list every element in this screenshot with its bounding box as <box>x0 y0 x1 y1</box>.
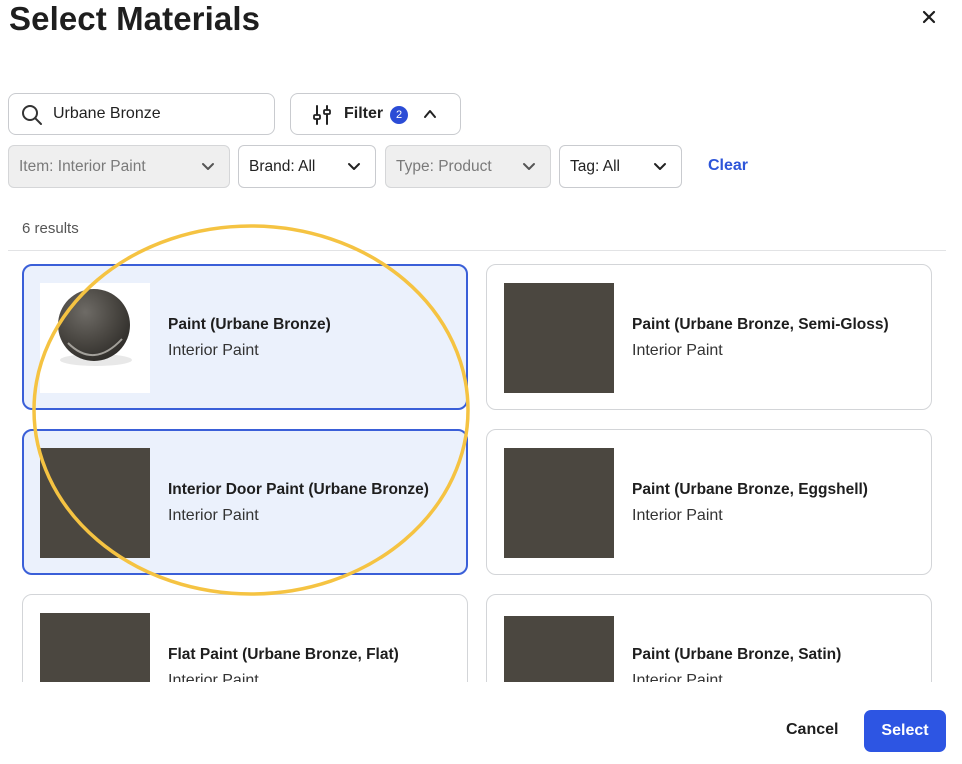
material-thumbnail <box>40 283 150 393</box>
material-name: Paint (Urbane Bronze, Satin) <box>632 646 842 663</box>
cancel-button[interactable]: Cancel <box>786 721 838 739</box>
filter-button[interactable]: Filter 2 <box>290 93 461 135</box>
material-name: Paint (Urbane Bronze, Semi-Gloss) <box>632 316 889 333</box>
material-name: Flat Paint (Urbane Bronze, Flat) <box>168 646 399 663</box>
tag-dropdown-label: Tag: All <box>570 158 620 175</box>
material-category: Interior Paint <box>632 672 723 682</box>
clear-filters-link[interactable]: Clear <box>708 157 748 175</box>
material-card[interactable]: Paint (Urbane Bronze) Interior Paint <box>22 264 468 410</box>
material-swatch <box>504 283 614 393</box>
close-icon <box>922 10 936 24</box>
filter-count-badge: 2 <box>390 106 408 124</box>
chevron-down-icon <box>654 163 666 170</box>
material-category: Interior Paint <box>168 342 259 359</box>
tag-dropdown[interactable]: Tag: All <box>559 145 682 188</box>
brand-dropdown-label: Brand: All <box>249 158 316 175</box>
type-dropdown[interactable]: Type: Product <box>385 145 551 188</box>
material-swatch <box>40 613 150 682</box>
dialog-title: Select Materials <box>9 0 261 37</box>
material-name: Paint (Urbane Bronze, Eggshell) <box>632 481 868 498</box>
chevron-down-icon <box>523 163 535 170</box>
material-name: Paint (Urbane Bronze) <box>168 316 331 333</box>
select-button[interactable]: Select <box>864 710 946 752</box>
paint-ball-image <box>58 289 132 366</box>
item-dropdown[interactable]: Item: Interior Paint <box>8 145 230 188</box>
material-card[interactable]: Paint (Urbane Bronze, Satin) Interior Pa… <box>486 594 932 682</box>
material-swatch <box>40 448 150 558</box>
chevron-down-icon <box>348 163 360 170</box>
chevron-down-icon <box>202 163 214 170</box>
results-count: 6 results <box>22 220 79 237</box>
material-category: Interior Paint <box>168 672 259 682</box>
material-name: Interior Door Paint (Urbane Bronze) <box>168 481 429 498</box>
brand-dropdown[interactable]: Brand: All <box>238 145 376 188</box>
close-button[interactable] <box>918 6 940 28</box>
search-field[interactable] <box>8 93 275 135</box>
search-input[interactable] <box>53 102 263 126</box>
item-dropdown-label: Item: Interior Paint <box>19 158 146 175</box>
material-card[interactable]: Flat Paint (Urbane Bronze, Flat) Interio… <box>22 594 468 682</box>
results-grid[interactable]: Paint (Urbane Bronze) Interior Paint Pai… <box>0 251 962 682</box>
material-category: Interior Paint <box>632 507 723 524</box>
material-category: Interior Paint <box>632 342 723 359</box>
material-swatch <box>504 448 614 558</box>
chevron-up-icon <box>424 110 436 118</box>
filter-label: Filter <box>344 105 384 122</box>
material-category: Interior Paint <box>168 507 259 524</box>
material-card[interactable]: Paint (Urbane Bronze, Eggshell) Interior… <box>486 429 932 575</box>
search-icon <box>22 105 42 125</box>
material-card[interactable]: Paint (Urbane Bronze, Semi-Gloss) Interi… <box>486 264 932 410</box>
sliders-icon <box>313 105 331 125</box>
material-card[interactable]: Interior Door Paint (Urbane Bronze) Inte… <box>22 429 468 575</box>
type-dropdown-label: Type: Product <box>396 158 492 175</box>
material-swatch <box>504 616 614 682</box>
